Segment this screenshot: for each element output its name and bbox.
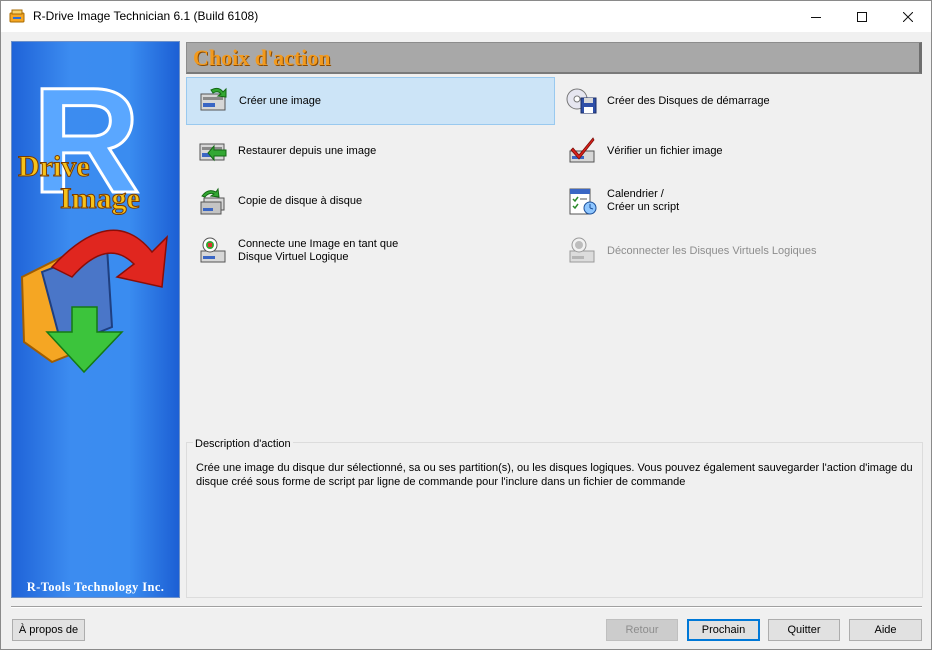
page-title: Choix d'action (193, 45, 331, 70)
banner-footer: R-Tools Technology Inc. (26, 580, 165, 594)
product-banner: R Drive Image R-Tools Technology Inc. (11, 41, 180, 598)
disconnect-icon (569, 237, 595, 263)
action-connect-virtual-disk[interactable]: Connecte une Image en tant que Disque Vi… (186, 227, 555, 275)
description-legend: Description d'action (193, 438, 293, 450)
minimize-icon (811, 16, 821, 18)
disk-copy-icon (200, 187, 225, 215)
header-bar: Choix d'action (186, 42, 922, 74)
action-schedule-script[interactable]: Calendrier / Créer un script (555, 177, 923, 225)
maximize-button[interactable] (839, 1, 885, 32)
action-label-line1: Connecte une Image en tant que (238, 238, 399, 250)
action-label: Restaurer depuis une image (238, 144, 377, 157)
action-label: Vérifier un fichier image (607, 144, 723, 157)
action-create-image[interactable]: Créer une image (186, 77, 555, 125)
minimize-button[interactable] (793, 1, 839, 32)
about-button[interactable]: À propos de (12, 619, 85, 641)
calendar-icon (569, 188, 597, 215)
action-copy-disk[interactable]: Copie de disque à disque (186, 177, 555, 225)
action-label: Créer des Disques de démarrage (607, 94, 770, 107)
app-icon (9, 9, 25, 23)
startup-disk-icon (566, 88, 597, 114)
app-window: R-Drive Image Technician 6.1 (Build 6108… (0, 0, 932, 650)
logo-word-image: Image (60, 182, 140, 215)
action-label: Déconnecter les Disques Virtuels Logique… (607, 244, 817, 257)
drive-image-logo: R Drive Image (18, 55, 168, 374)
verify-icon (569, 137, 595, 163)
description-text: Crée une image du disque dur sélectionné… (196, 462, 913, 488)
action-label-line2: Créer un script (607, 201, 680, 213)
action-label-line1: Calendrier / (607, 188, 664, 200)
back-button[interactable]: Retour (606, 619, 678, 641)
footer-separator (11, 606, 922, 608)
action-restore[interactable]: Restaurer depuis une image (186, 127, 555, 175)
title-bar[interactable]: R-Drive Image Technician 6.1 (Build 6108… (1, 1, 931, 32)
action-label-line2: Disque Virtuel Logique (238, 251, 349, 263)
maximize-icon (857, 11, 867, 22)
action-verify-image[interactable]: Vérifier un fichier image (555, 127, 923, 175)
logo-word-drive: Drive (18, 150, 90, 183)
window-title: R-Drive Image Technician 6.1 (Build 6108… (33, 9, 259, 23)
action-label: Copie de disque à disque (238, 194, 363, 207)
next-button[interactable]: Prochain (687, 619, 760, 641)
restore-image-icon (199, 143, 227, 162)
action-label: Créer une image (239, 94, 321, 107)
create-image-icon (200, 87, 227, 111)
close-button[interactable] (885, 1, 931, 32)
connect-virtual-disk-icon (200, 237, 226, 263)
action-startup-disks[interactable]: Créer des Disques de démarrage (555, 77, 923, 125)
quit-button[interactable]: Quitter (768, 619, 840, 641)
action-label: Calendrier / Créer un script (607, 188, 679, 214)
action-label: Connecte une Image en tant que Disque Vi… (238, 238, 398, 264)
close-icon (903, 11, 913, 22)
help-button[interactable]: Aide (849, 619, 922, 641)
action-disconnect-virtual-disks: Déconnecter les Disques Virtuels Logique… (555, 227, 923, 275)
